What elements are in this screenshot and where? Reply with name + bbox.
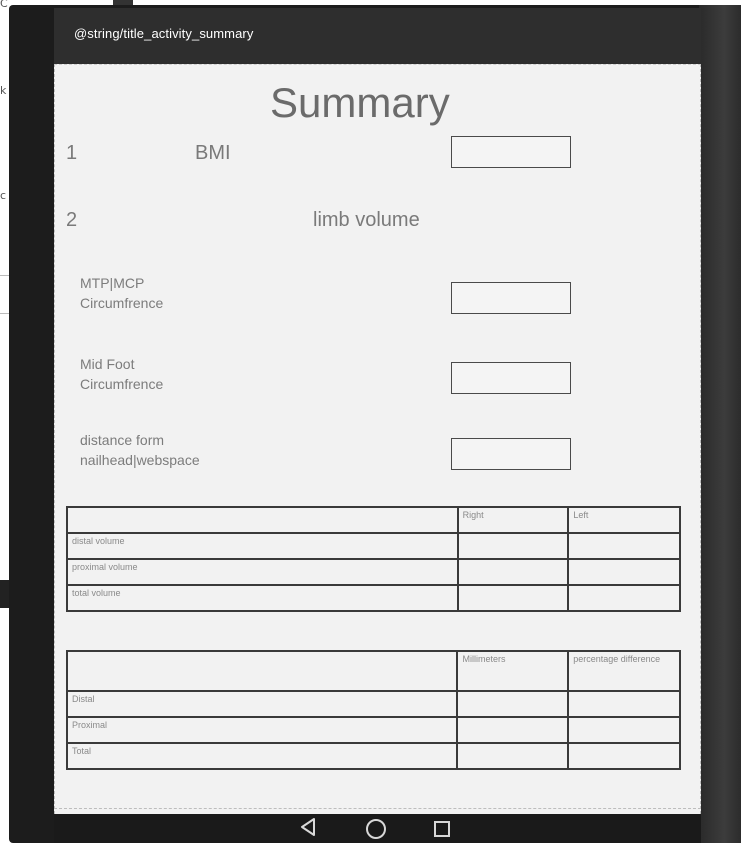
- table-row-label: Total: [65, 742, 459, 770]
- distance-label-line1: distance form: [80, 432, 165, 448]
- table-cell[interactable]: [567, 742, 681, 770]
- distance-label-line2: nailhead|webspace: [80, 452, 200, 468]
- table-cell[interactable]: [567, 716, 681, 744]
- action-bar: @string/title_activity_summary: [54, 8, 701, 64]
- mid-foot-label-line2: Circumfrence: [80, 376, 164, 392]
- mtp-mcp-label-line1: MTP|MCP: [80, 275, 145, 291]
- editor-canvas: C k c @string/title_activity_summary Sum…: [0, 0, 741, 843]
- table-row-label: proximal volume: [66, 558, 459, 586]
- section-number: 2: [66, 209, 78, 231]
- table-row: Proximal: [65, 716, 681, 744]
- difference-table: Millimeters percentage difference Distal…: [65, 650, 681, 770]
- table-header-cell: Left: [567, 506, 681, 534]
- mtp-mcp-label: MTP|MCP Circumfrence: [80, 273, 163, 313]
- mtp-mcp-field[interactable]: [451, 282, 571, 314]
- section-number: 1: [66, 142, 78, 164]
- table-cell[interactable]: [567, 532, 681, 560]
- table-header-cell: [65, 650, 459, 692]
- distance-label: distance form nailhead|webspace: [80, 430, 200, 470]
- table-cell[interactable]: [456, 584, 570, 612]
- background-scrap-text: c: [0, 189, 7, 202]
- layout-bounds-line: [54, 808, 701, 809]
- navigation-bar: [54, 814, 701, 843]
- table-row-label: Distal: [65, 690, 459, 718]
- table-header-cell: [66, 506, 459, 534]
- table-header-row: Millimeters percentage difference: [65, 650, 681, 692]
- back-icon[interactable]: [300, 818, 316, 836]
- recents-icon[interactable]: [434, 821, 450, 837]
- table-cell[interactable]: [456, 742, 570, 770]
- table-cell[interactable]: [567, 584, 681, 612]
- table-cell[interactable]: [456, 532, 570, 560]
- table-cell[interactable]: [456, 690, 570, 718]
- table-row-label: Proximal: [65, 716, 459, 744]
- mid-foot-label-line1: Mid Foot: [80, 356, 135, 372]
- home-icon[interactable]: [366, 819, 386, 839]
- mtp-mcp-label-line2: Circumfrence: [80, 295, 164, 311]
- table-cell[interactable]: [456, 558, 570, 586]
- table-row: proximal volume: [66, 558, 681, 586]
- table-header-cell: Right: [456, 506, 570, 534]
- background-scrap-text: C: [0, 0, 8, 10]
- volume-table: Right Left distal volume proximal volume…: [66, 506, 681, 612]
- table-header-row: Right Left: [66, 506, 681, 534]
- table-row: Total: [65, 742, 681, 770]
- table-header-cell: percentage difference: [567, 650, 681, 692]
- table-row-label: distal volume: [66, 532, 459, 560]
- page-title: Summary: [270, 79, 450, 126]
- table-header-cell: Millimeters: [456, 650, 570, 692]
- mid-foot-label: Mid Foot Circumfrence: [80, 354, 163, 394]
- table-cell[interactable]: [456, 716, 570, 744]
- device-edge: [699, 5, 741, 843]
- table-row: Distal: [65, 690, 681, 718]
- table-row: total volume: [66, 584, 681, 612]
- bmi-label: BMI: [195, 142, 231, 164]
- distance-field[interactable]: [451, 438, 571, 470]
- table-cell[interactable]: [567, 558, 681, 586]
- background-scrap-text: k: [0, 84, 7, 97]
- mid-foot-field[interactable]: [451, 362, 571, 394]
- limb-volume-label: limb volume: [313, 209, 420, 231]
- action-bar-title: @string/title_activity_summary: [74, 26, 254, 41]
- table-cell[interactable]: [567, 690, 681, 718]
- bmi-field[interactable]: [451, 136, 571, 168]
- table-row-label: total volume: [66, 584, 459, 612]
- table-row: distal volume: [66, 532, 681, 560]
